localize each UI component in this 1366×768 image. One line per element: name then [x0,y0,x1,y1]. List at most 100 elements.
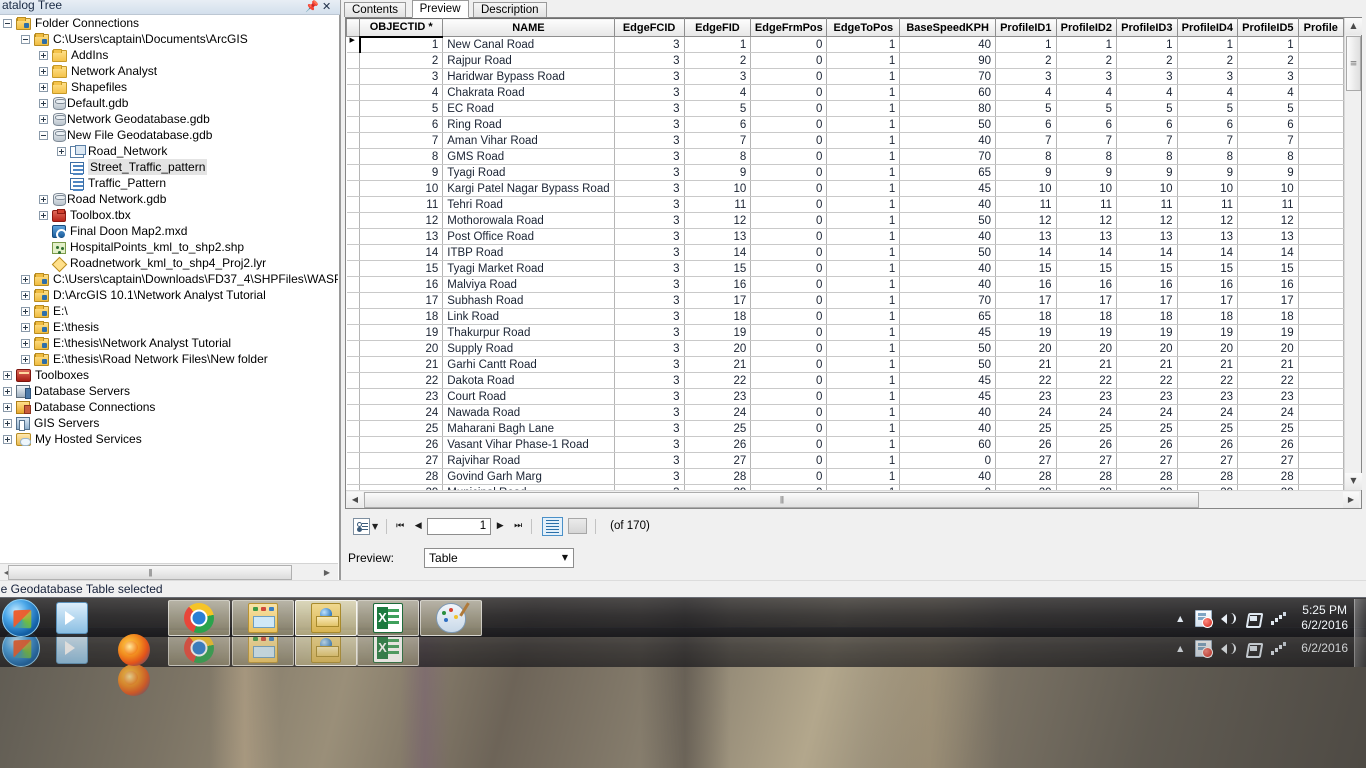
cell-edgetopos[interactable]: 1 [826,436,901,453]
table-row[interactable]: 26 Vasant Vihar Phase-1 Road 3 26 0 1 60 26 26 26… [346,436,1344,453]
cell-profile[interactable] [1298,36,1344,53]
cell-edgefcid[interactable]: 3 [614,452,685,469]
tree-node[interactable]: Final Doon Map2.mxd [0,223,338,240]
catalog-tree[interactable]: Folder Connections C:\Users\captain\Docum… [0,15,338,563]
taskbar-button-paint[interactable] [420,600,482,636]
cell-objectid[interactable]: 15 [359,260,444,277]
row-selector[interactable] [346,372,361,389]
taskbar-button-google-chrome[interactable] [168,600,230,636]
tree-node[interactable]: Street_Traffic_pattern [0,159,338,175]
cell-profile[interactable] [1298,244,1344,261]
row-selector[interactable] [346,356,361,373]
cell-edgefid[interactable]: 26 [684,436,752,453]
cell-profileid2[interactable]: 26 [1056,436,1118,453]
cell-profileid3[interactable]: 8 [1116,148,1178,165]
cell-edgetopos[interactable]: 1 [826,388,901,405]
cell-edgetopos[interactable]: 1 [826,84,901,101]
cell-profileid2[interactable]: 3 [1056,68,1118,85]
cell-profile[interactable] [1298,436,1344,453]
cell-profile[interactable] [1298,372,1344,389]
cell-edgefid[interactable]: 7 [684,132,752,149]
cell-objectid[interactable]: 19 [359,324,444,341]
cell-edgefrmpos[interactable]: 0 [750,52,828,69]
column-header-profileid4[interactable]: ProfileID4 [1176,18,1239,37]
cell-profileid1[interactable]: 11 [995,196,1057,213]
cell-basespeedkph[interactable]: 40 [899,404,997,421]
tab-contents[interactable]: Contents [344,2,407,17]
column-header-edgefid[interactable]: EdgeFID [683,18,752,37]
taskbar-button-windows-explorer[interactable] [232,600,294,636]
cell-profileid2[interactable]: 15 [1056,260,1118,277]
cell-edgefid[interactable]: 8 [684,148,752,165]
cell-edgetopos[interactable]: 1 [826,276,901,293]
cell-edgefcid[interactable]: 3 [614,212,685,229]
tab-description[interactable]: Description [473,2,547,17]
row-selector[interactable] [346,308,361,325]
cell-profileid1[interactable]: 24 [995,404,1057,421]
cell-profileid5[interactable]: 14 [1237,244,1299,261]
cell-edgefid[interactable]: 24 [684,404,752,421]
cell-basespeedkph[interactable]: 65 [899,164,997,181]
row-selector[interactable] [346,388,361,405]
row-selector[interactable] [346,116,361,133]
column-header-profileid2[interactable]: ProfileID2 [1055,18,1118,37]
cell-basespeedkph[interactable]: 45 [899,180,997,197]
cell-edgefcid[interactable]: 3 [614,292,685,309]
cell-basespeedkph[interactable]: 40 [899,36,997,53]
cell-profileid3[interactable]: 6 [1116,116,1178,133]
table-row[interactable]: 2 Rajpur Road 3 2 0 1 90 2 2 2 2 2 [346,52,1344,69]
cell-profileid2[interactable]: 18 [1056,308,1118,325]
table-row[interactable]: 5 EC Road 3 5 0 1 80 5 5 5 5 5 [346,100,1344,117]
cell-profileid4[interactable]: 19 [1177,324,1239,341]
cell-profile[interactable] [1298,116,1344,133]
expand-icon[interactable] [21,322,30,332]
expand-icon[interactable] [3,386,12,396]
cell-profileid4[interactable]: 10 [1177,180,1239,197]
cell-profileid1[interactable]: 22 [995,372,1057,389]
row-selector[interactable] [346,260,361,277]
cell-edgefcid[interactable]: 3 [614,148,685,165]
cell-edgefrmpos[interactable]: 0 [750,244,828,261]
cell-profileid2[interactable]: 11 [1056,196,1118,213]
table-row[interactable]: 11 Tehri Road 3 11 0 1 40 11 11 11 11 11 [346,196,1344,213]
tree-node[interactable]: Network Analyst [0,63,338,79]
cell-basespeedkph[interactable]: 40 [899,420,997,437]
cell-edgefrmpos[interactable]: 0 [750,420,828,437]
cell-profileid3[interactable]: 2 [1116,52,1178,69]
cell-basespeedkph[interactable]: 60 [899,84,997,101]
cell-profileid5[interactable]: 18 [1237,308,1299,325]
cell-edgefcid[interactable]: 3 [614,68,685,85]
cell-edgefid[interactable]: 22 [684,372,752,389]
cell-basespeedkph[interactable]: 90 [899,52,997,69]
cell-edgefrmpos[interactable]: 0 [750,308,828,325]
cell-profileid2[interactable]: 12 [1056,212,1118,229]
cell-profile[interactable] [1298,212,1344,229]
cell-basespeedkph[interactable]: 70 [899,292,997,309]
cell-edgefid[interactable]: 6 [684,116,752,133]
cell-edgefid[interactable]: 18 [684,308,752,325]
cell-name[interactable]: GMS Road [442,148,615,165]
cell-edgefcid[interactable]: 3 [614,84,685,101]
cell-name[interactable]: Rajvihar Road [442,452,615,469]
cell-profileid4[interactable]: 8 [1177,148,1239,165]
cell-profileid1[interactable]: 17 [995,292,1057,309]
cell-edgefcid[interactable]: 3 [614,420,685,437]
cell-profileid1[interactable]: 10 [995,180,1057,197]
cell-edgefcid[interactable]: 3 [614,468,685,485]
expand-icon[interactable] [3,418,12,428]
table-row[interactable]: 6 Ring Road 3 6 0 1 50 6 6 6 6 6 [346,116,1344,133]
cell-edgefid[interactable]: 23 [684,388,752,405]
row-selector[interactable] [346,244,361,261]
cell-edgefcid[interactable]: 3 [614,132,685,149]
chevron-down-icon[interactable]: ▼ [372,522,378,531]
cell-profileid4[interactable]: 9 [1177,164,1239,181]
preview-type-select[interactable]: Table ▼ [424,548,575,568]
cell-profileid4[interactable]: 2 [1177,52,1239,69]
cell-profileid5[interactable]: 21 [1237,356,1299,373]
tree-node[interactable]: Database Connections [0,399,338,415]
cell-edgetopos[interactable]: 1 [826,308,901,325]
table-row[interactable]: 25 Maharani Bagh Lane 3 25 0 1 40 25 25 25 25 25 [346,420,1344,437]
cell-basespeedkph[interactable]: 50 [899,244,997,261]
cell-edgetopos[interactable]: 1 [826,116,901,133]
show-all-records-button[interactable] [542,516,564,536]
